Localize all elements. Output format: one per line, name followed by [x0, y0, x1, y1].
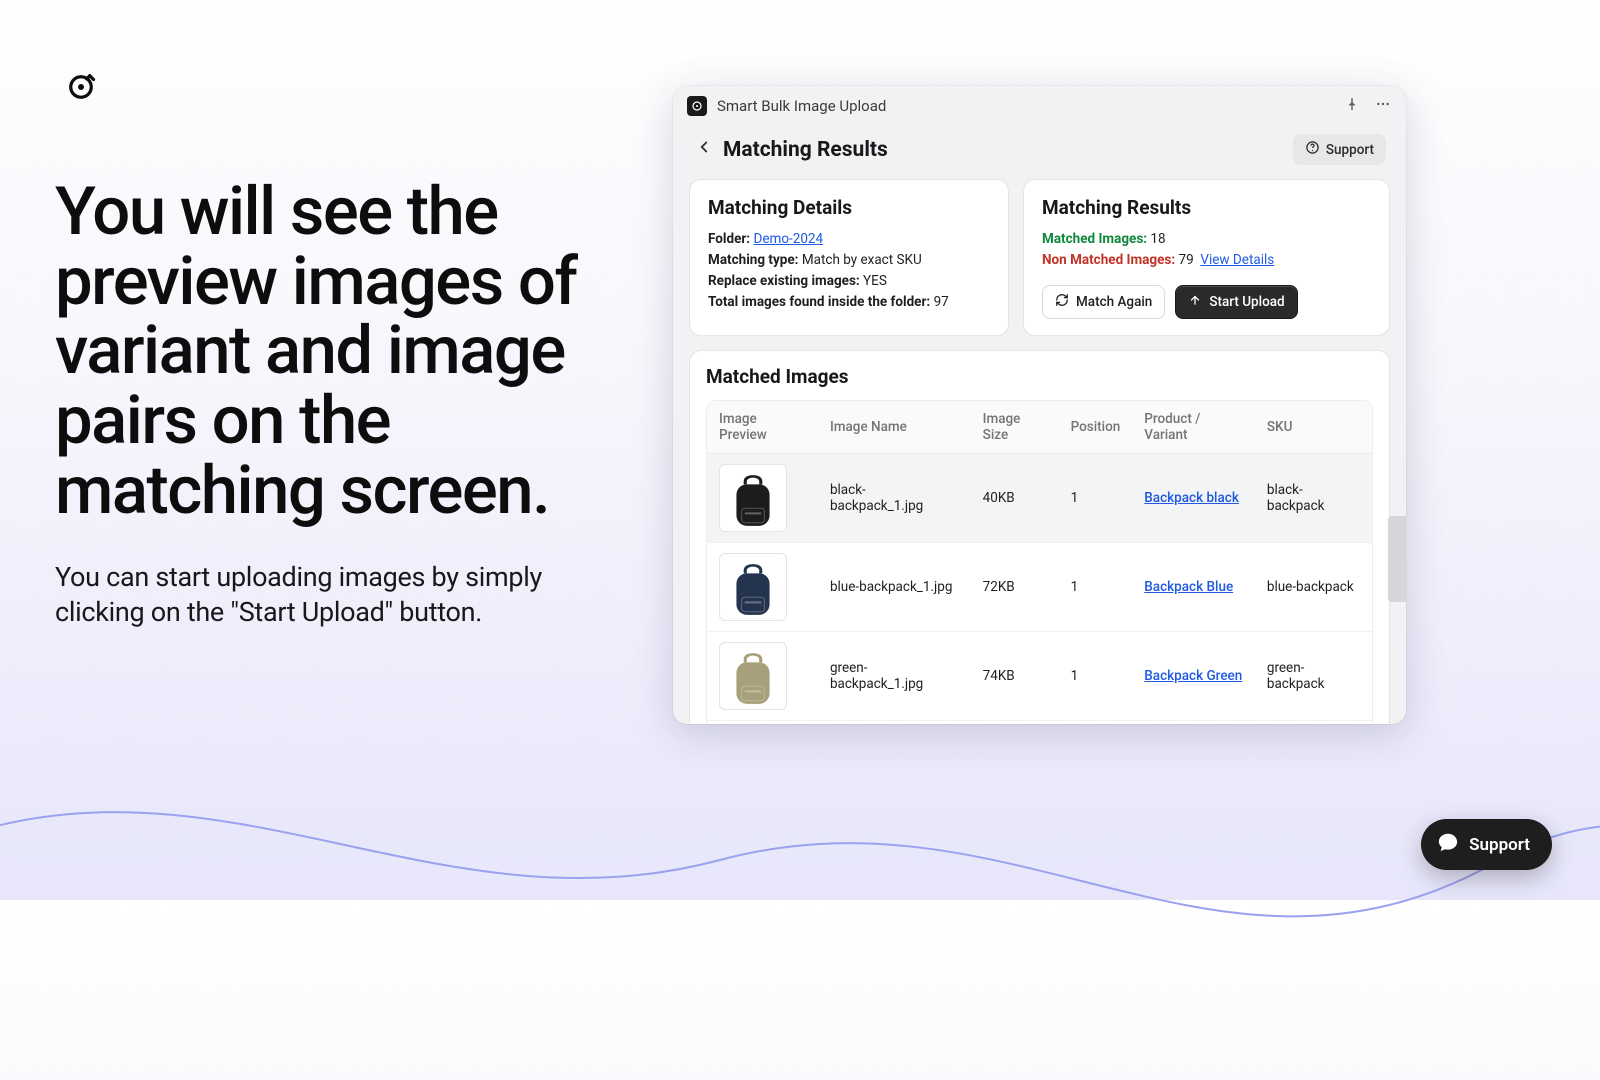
- details-heading: Matching Details: [708, 196, 990, 219]
- replace-label: Replace existing images:: [708, 273, 860, 289]
- app-window: Smart Bulk Image Upload Matching Results…: [673, 86, 1406, 724]
- col-preview: Image Preview: [707, 401, 818, 454]
- table-row[interactable]: green-backpack_1.jpg74KB1 Backpack Green g…: [707, 631, 1372, 720]
- scrollbar-thumb[interactable]: [1388, 516, 1406, 602]
- col-name: Image Name: [818, 401, 971, 454]
- image-sku: women_bag: [1255, 720, 1372, 724]
- table-heading: Matched Images: [706, 365, 1373, 388]
- matching-type-value: Match by exact SKU: [802, 252, 922, 268]
- help-icon: [1305, 140, 1320, 159]
- image-position: 1: [1059, 720, 1133, 724]
- chat-icon: [1437, 831, 1459, 858]
- product-link[interactable]: Backpack black: [1144, 490, 1239, 506]
- support-button[interactable]: Support: [1293, 134, 1386, 165]
- product-link[interactable]: Backpack Green: [1144, 668, 1242, 684]
- image-position: 1: [1059, 453, 1133, 542]
- image-name: green-backpack_1.jpg: [818, 631, 971, 720]
- support-fab-label: Support: [1469, 835, 1530, 855]
- product-link[interactable]: Backpack Blue: [1144, 579, 1233, 595]
- matched-images-table: Image Preview Image Name Image Size Posi…: [707, 401, 1372, 724]
- refresh-icon: [1055, 293, 1069, 311]
- results-heading: Matching Results: [1042, 196, 1371, 219]
- start-upload-button[interactable]: Start Upload: [1175, 285, 1297, 319]
- image-position: 1: [1059, 542, 1133, 631]
- back-arrow-icon[interactable]: [695, 138, 713, 161]
- image-size: 72KB: [971, 542, 1059, 631]
- image-thumbnail: [719, 642, 787, 710]
- col-sku: SKU: [1255, 401, 1372, 454]
- non-matched-label: Non Matched Images:: [1042, 252, 1175, 268]
- col-product: Product / Variant: [1132, 401, 1255, 454]
- marketing-headline: You will see the preview images of varia…: [55, 178, 615, 526]
- col-size: Image Size: [971, 401, 1059, 454]
- image-position: 1: [1059, 631, 1133, 720]
- app-badge-icon: [687, 96, 707, 116]
- table-row[interactable]: women_bag_1.jpg32KB1Bagwomen_bag: [707, 720, 1372, 724]
- title-bar: Smart Bulk Image Upload: [673, 86, 1406, 120]
- image-name: black-backpack_1.jpg: [818, 453, 971, 542]
- matched-images-panel: Matched Images Image Preview Image Name …: [689, 350, 1390, 724]
- support-fab[interactable]: Support: [1421, 819, 1552, 870]
- more-icon[interactable]: [1374, 96, 1392, 116]
- non-matched-value: 79: [1179, 252, 1194, 268]
- image-thumbnail: [719, 553, 787, 621]
- page-heading: Matching Results: [723, 138, 1293, 162]
- image-size: 74KB: [971, 631, 1059, 720]
- brand-logo: [66, 72, 96, 106]
- total-value: 97: [934, 294, 949, 310]
- match-again-label: Match Again: [1076, 294, 1152, 310]
- pin-icon[interactable]: [1344, 96, 1360, 116]
- image-sku: black-backpack: [1255, 453, 1372, 542]
- support-button-label: Support: [1326, 142, 1374, 158]
- matched-value: 18: [1150, 231, 1165, 247]
- image-size: 32KB: [971, 720, 1059, 724]
- start-upload-label: Start Upload: [1209, 294, 1284, 310]
- image-name: blue-backpack_1.jpg: [818, 542, 971, 631]
- app-title: Smart Bulk Image Upload: [717, 97, 1334, 115]
- match-again-button[interactable]: Match Again: [1042, 285, 1165, 319]
- image-name: women_bag_1.jpg: [818, 720, 971, 724]
- col-position: Position: [1059, 401, 1133, 454]
- marketing-subheadline: You can start uploading images by simply…: [55, 560, 605, 630]
- folder-link[interactable]: Demo-2024: [753, 231, 823, 247]
- image-sku: green-backpack: [1255, 631, 1372, 720]
- image-thumbnail: [719, 464, 787, 532]
- matching-type-label: Matching type:: [708, 252, 798, 268]
- upload-icon: [1188, 293, 1202, 311]
- table-row[interactable]: black-backpack_1.jpg40KB1 Backpack black b…: [707, 453, 1372, 542]
- image-sku: blue-backpack: [1255, 542, 1372, 631]
- table-row[interactable]: blue-backpack_1.jpg72KB1 Backpack Blue blu…: [707, 542, 1372, 631]
- matched-label: Matched Images:: [1042, 231, 1147, 247]
- view-details-link[interactable]: View Details: [1200, 252, 1274, 268]
- matching-details-card: Matching Details Folder: Demo-2024 Match…: [689, 179, 1009, 336]
- replace-value: YES: [863, 273, 887, 289]
- image-size: 40KB: [971, 453, 1059, 542]
- decorative-wave: [0, 680, 1600, 1080]
- folder-label: Folder:: [708, 231, 750, 247]
- total-label: Total images found inside the folder:: [708, 294, 930, 310]
- matching-results-card: Matching Results Matched Images: 18 Non …: [1023, 179, 1390, 336]
